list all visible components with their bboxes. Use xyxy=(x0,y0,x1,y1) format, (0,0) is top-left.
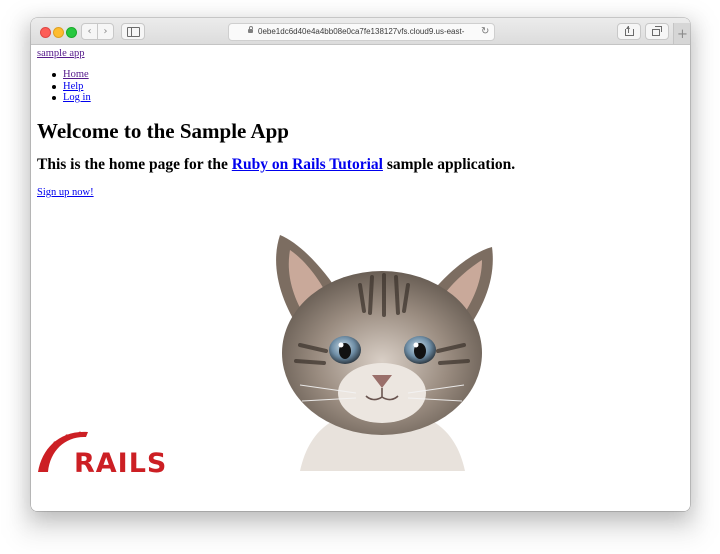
rails-tutorial-link[interactable]: Ruby on Rails Tutorial xyxy=(232,156,383,173)
sidebar-icon xyxy=(127,27,140,37)
signup-link[interactable]: Sign up now! xyxy=(37,187,94,198)
lock-icon xyxy=(248,26,253,33)
share-button[interactable] xyxy=(617,23,641,40)
new-tab-button[interactable]: + xyxy=(673,23,690,44)
address-bar[interactable]: 0ebe1dc6d40e4a4bb08e0ca7fe138127vfs.clou… xyxy=(228,23,495,41)
show-tabs-button[interactable] xyxy=(645,23,669,40)
back-icon: ‹ xyxy=(87,26,92,37)
subtitle-text-before: This is the home page for the xyxy=(37,156,232,173)
zoom-window-button[interactable] xyxy=(66,27,77,38)
logo-link[interactable]: sample app xyxy=(37,48,85,59)
browser-toolbar: ‹ › 0ebe1dc6d40e4a4bb08e0ca7fe138127vfs.… xyxy=(31,18,690,45)
url-text[interactable]: 0ebe1dc6d40e4a4bb08e0ca7fe138127vfs.clou… xyxy=(258,24,468,40)
sidebar-toggle-button[interactable] xyxy=(121,23,145,40)
page-content: sample app Home Help Log in Welcome to t… xyxy=(31,45,690,511)
nav-item-help: Help xyxy=(52,81,91,93)
kitten-image xyxy=(276,235,493,471)
minimize-window-button[interactable] xyxy=(53,27,64,38)
browser-window: ‹ › 0ebe1dc6d40e4a4bb08e0ca7fe138127vfs.… xyxy=(31,18,690,511)
nav-item-login: Log in xyxy=(52,92,91,104)
forward-icon: › xyxy=(103,26,108,37)
nav-link-login[interactable]: Log in xyxy=(63,92,91,103)
page-subtitle: This is the home page for the Ruby on Ra… xyxy=(37,155,515,175)
reload-icon[interactable]: ↻ xyxy=(481,24,489,40)
forward-button[interactable]: › xyxy=(97,23,114,40)
rails-logo-text: RAILS xyxy=(74,448,166,474)
nav-item-home: Home xyxy=(52,69,91,81)
rails-logo[interactable]: RAILS xyxy=(36,426,166,474)
new-tab-icon: + xyxy=(677,27,688,42)
nav-link-help[interactable]: Help xyxy=(63,81,83,92)
subtitle-text-after: sample application. xyxy=(382,156,516,173)
nav-menu: Home Help Log in xyxy=(31,69,91,104)
back-button[interactable]: ‹ xyxy=(81,23,98,40)
page-title: Welcome to the Sample App xyxy=(37,119,289,143)
nav-link-home[interactable]: Home xyxy=(63,69,89,80)
close-window-button[interactable] xyxy=(40,27,51,38)
